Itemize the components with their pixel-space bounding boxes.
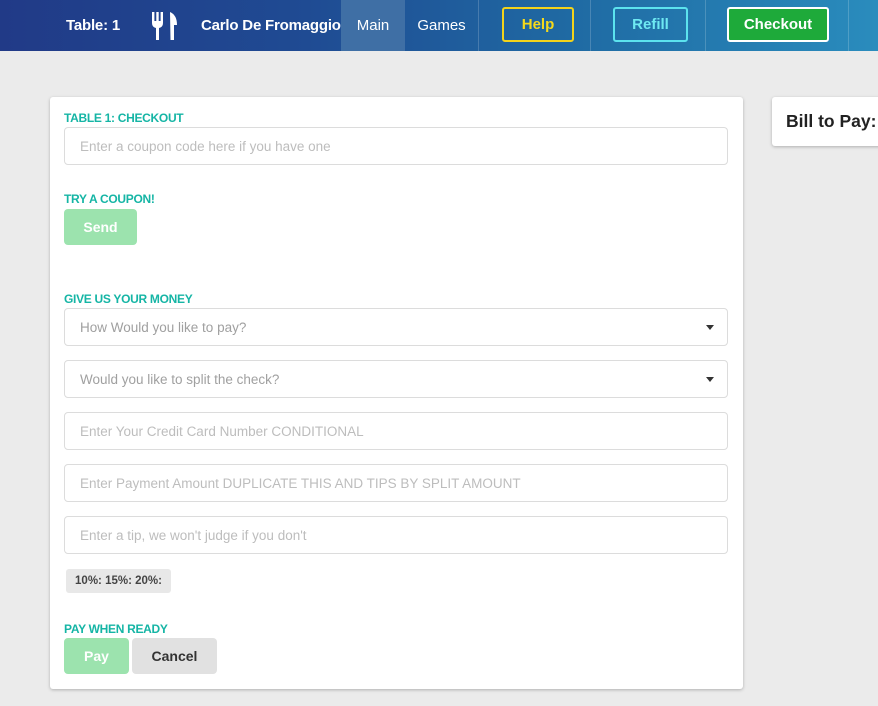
nav-games-tab[interactable]: Games xyxy=(405,0,478,51)
split-check-value: Would you like to split the check? xyxy=(80,371,280,387)
divider xyxy=(705,0,706,51)
divider xyxy=(590,0,591,51)
coupon-field[interactable] xyxy=(64,127,728,165)
waiter-name: Carlo De Fromaggio xyxy=(201,17,341,34)
divider xyxy=(478,0,479,51)
credit-card-field[interactable] xyxy=(64,412,728,450)
checkout-button[interactable]: Checkout xyxy=(727,7,829,42)
payment-amount-field[interactable] xyxy=(64,464,728,502)
tip-field[interactable] xyxy=(64,516,728,554)
checkout-title: TABLE 1: CHECKOUT xyxy=(64,111,184,125)
divider xyxy=(848,0,849,51)
tip-input[interactable] xyxy=(80,527,727,543)
refill-button[interactable]: Refill xyxy=(613,7,688,42)
coupon-input[interactable] xyxy=(80,138,727,154)
payment-amount-input[interactable] xyxy=(80,475,727,491)
bill-title: Bill to Pay: xyxy=(786,111,877,131)
checkout-card: TABLE 1: CHECKOUT TRY A COUPON! Send GIV… xyxy=(50,97,743,689)
split-check-select[interactable]: Would you like to split the check? xyxy=(64,360,728,398)
payment-heading: GIVE US YOUR MONEY xyxy=(64,292,193,306)
send-coupon-button[interactable]: Send xyxy=(64,209,137,245)
top-navbar: Table: 1 Carlo De Fromaggio Main Games H… xyxy=(0,0,878,51)
coupon-heading: TRY A COUPON! xyxy=(64,192,155,206)
pay-button[interactable]: Pay xyxy=(64,638,129,674)
help-button[interactable]: Help xyxy=(502,7,574,42)
bill-panel: Bill to Pay: xyxy=(772,97,878,146)
chevron-down-icon xyxy=(706,377,714,382)
cancel-button[interactable]: Cancel xyxy=(132,638,217,674)
tip-presets[interactable]: 10%: 15%: 20%: xyxy=(66,569,171,593)
chevron-down-icon xyxy=(706,325,714,330)
payment-method-value: How Would you like to pay? xyxy=(80,319,247,335)
payment-method-select[interactable]: How Would you like to pay? xyxy=(64,308,728,346)
pay-heading: PAY WHEN READY xyxy=(64,622,168,636)
nav-main-tab[interactable]: Main xyxy=(341,0,405,51)
table-number: Table: 1 xyxy=(66,17,120,34)
credit-card-input[interactable] xyxy=(80,423,727,439)
fork-knife-icon xyxy=(150,0,180,51)
